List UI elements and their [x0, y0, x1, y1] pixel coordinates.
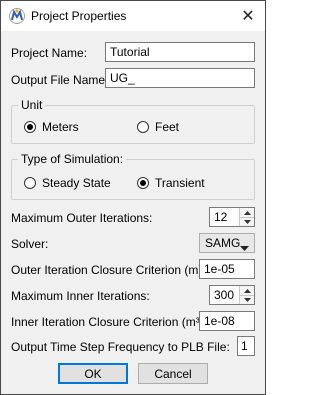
plb-frequency-value: 1 — [241, 339, 248, 353]
max-outer-iterations-spinner[interactable]: 12 — [209, 207, 255, 227]
unit-group: Unit Meters Feet — [11, 98, 255, 144]
window-title: Project Properties — [31, 9, 127, 23]
simulation-type-group: Type of Simulation: Steady State Transie… — [11, 152, 255, 200]
radio-transient-indicator — [137, 177, 149, 189]
spin-down-arrow-icon[interactable] — [240, 217, 254, 226]
solver-label: Solver: — [11, 237, 49, 251]
max-inner-iterations-value: 300 — [214, 288, 235, 302]
project-name-input[interactable]: Tutorial — [105, 42, 255, 62]
max-outer-iterations-value: 12 — [214, 210, 228, 224]
radio-feet-indicator — [137, 121, 149, 133]
radio-meters-indicator — [24, 121, 36, 133]
max-outer-iterations-label: Maximum Outer Iterations: — [11, 211, 153, 225]
max-inner-iterations-label: Maximum Inner Iterations: — [11, 289, 150, 303]
simulation-type-title: Type of Simulation: — [18, 152, 127, 166]
inner-closure-label: Inner Iteration Closure Criterion (m³): — [11, 315, 208, 329]
radio-steady-state[interactable]: Steady State — [24, 176, 111, 190]
radio-meters-label: Meters — [42, 120, 79, 134]
cancel-button[interactable]: Cancel — [138, 363, 208, 384]
output-file-label: Output File Name: — [11, 73, 109, 87]
radio-feet[interactable]: Feet — [137, 120, 179, 134]
unit-group-title: Unit — [18, 98, 46, 112]
outer-closure-input[interactable]: 1e-05 — [199, 259, 255, 279]
close-icon[interactable]: ✕ — [231, 1, 265, 31]
dropdown-arrow-icon — [240, 240, 249, 254]
radio-meters[interactable]: Meters — [24, 120, 79, 134]
inner-closure-input[interactable]: 1e-08 — [199, 311, 255, 331]
radio-transient-label: Transient — [155, 176, 205, 190]
app-logo-icon — [9, 8, 25, 24]
solver-dropdown[interactable]: SAMG — [199, 233, 255, 253]
plb-frequency-label: Output Time Step Frequency to PLB File: — [11, 340, 230, 354]
project-name-label: Project Name: — [11, 46, 88, 60]
radio-steady-state-label: Steady State — [42, 176, 111, 190]
plb-frequency-spinner[interactable]: 1 — [237, 336, 255, 356]
solver-value: SAMG — [205, 236, 241, 250]
radio-steady-state-indicator — [24, 177, 36, 189]
outer-closure-label: Outer Iteration Closure Criterion (m): — [11, 263, 206, 277]
title-bar: Project Properties ✕ — [1, 1, 265, 31]
output-file-input[interactable]: UG_ — [105, 68, 255, 88]
radio-feet-label: Feet — [155, 120, 180, 134]
project-properties-dialog: Project Properties ✕ Project Name: Tutor… — [0, 0, 266, 395]
ok-button[interactable]: OK — [58, 363, 128, 384]
max-inner-iterations-spinner[interactable]: 300 — [209, 285, 255, 305]
radio-transient[interactable]: Transient — [137, 176, 205, 190]
spin-down-arrow-icon[interactable] — [240, 295, 254, 304]
